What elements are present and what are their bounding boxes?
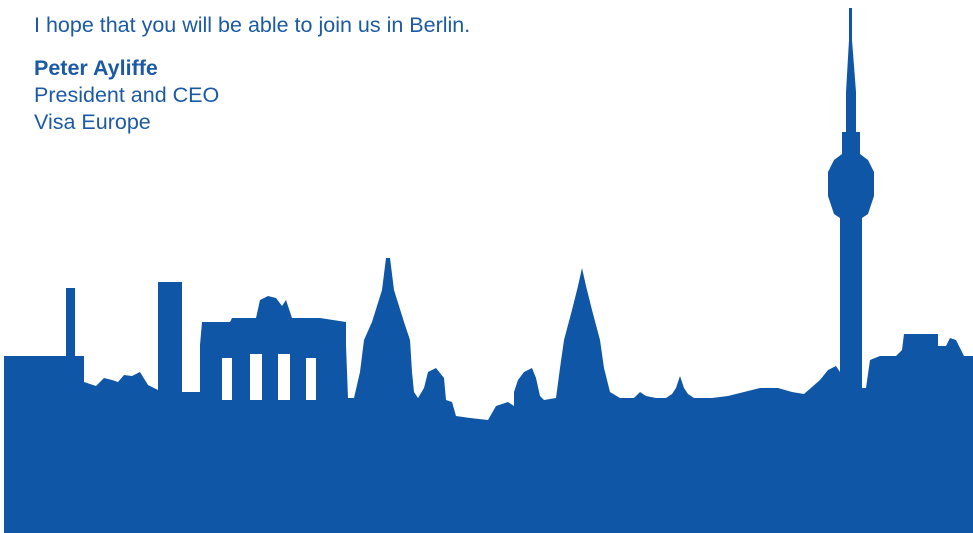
berlin-skyline-illustration (4, 8, 973, 533)
skyline-silhouette (4, 8, 973, 533)
